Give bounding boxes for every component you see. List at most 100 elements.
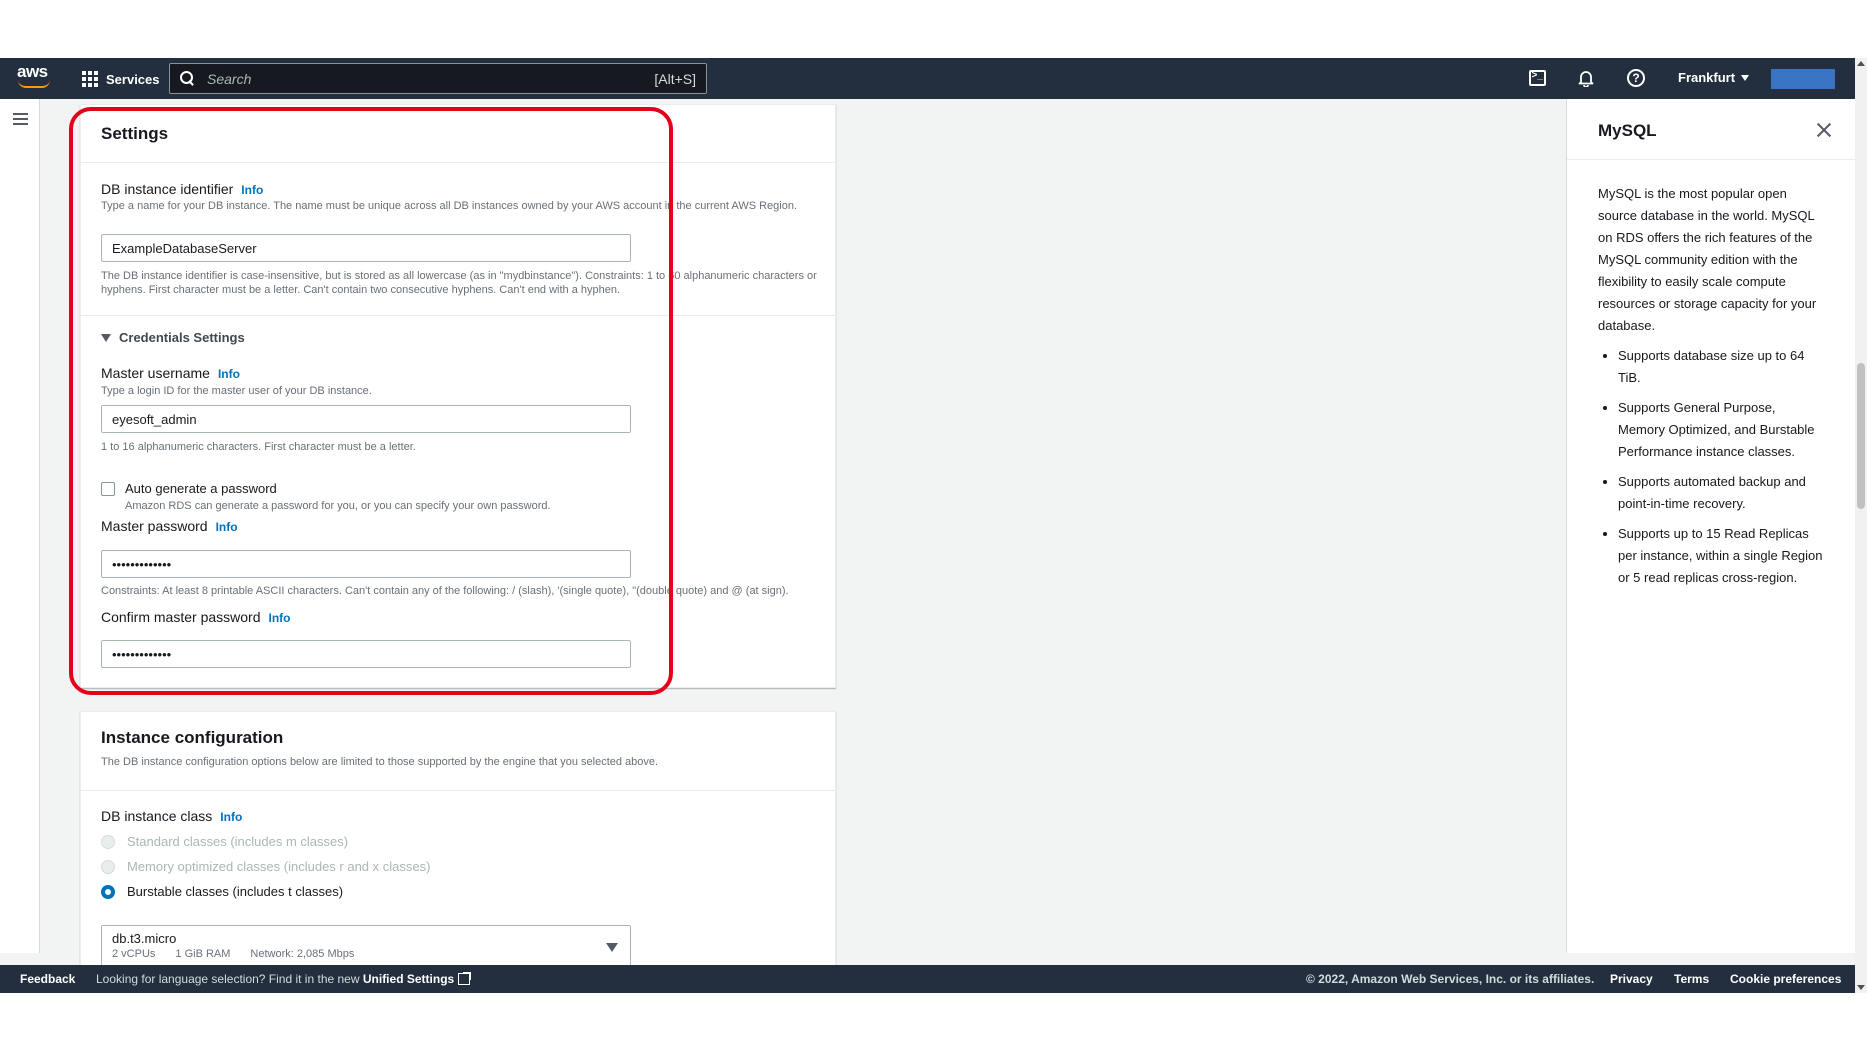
help-panel: MySQL MySQL is the most popular open sou… — [1566, 99, 1856, 953]
master-username-label: Master username — [101, 365, 210, 381]
master-username-description: Type a login ID for the master user of y… — [101, 385, 372, 397]
unified-settings-label: Unified Settings — [362, 972, 455, 986]
radio-standard-classes[interactable]: Standard classes (includes m classes) — [101, 834, 348, 849]
radio-label: Burstable classes (includes t classes) — [127, 884, 344, 899]
services-button[interactable]: Services — [82, 67, 160, 91]
search-input[interactable] — [207, 70, 655, 87]
scrollbar-thumb[interactable] — [1857, 363, 1865, 509]
db-identifier-description: Type a name for your DB instance. The na… — [101, 200, 798, 212]
side-navigation-rail — [0, 99, 40, 953]
db-identifier-constraints: The DB instance identifier is case-insen… — [101, 270, 817, 296]
radio-button[interactable] — [101, 834, 115, 849]
language-message-text: Looking for language selection? Find it … — [96, 972, 360, 986]
settings-title: Settings — [101, 123, 169, 143]
radio-burstable-classes[interactable]: Burstable classes (includes t classes) — [101, 884, 343, 899]
search-shortcut-hint: [Alt+S] — [654, 70, 696, 87]
db-identifier-label-row: DB instance identifier Info — [101, 181, 263, 199]
confirm-password-label-row: Confirm master password Info — [101, 609, 291, 627]
scroll-down-arrow-icon[interactable] — [1857, 985, 1865, 990]
aws-logo[interactable]: aws — [17, 63, 51, 92]
help-icon-glyph: ? — [1627, 69, 1645, 87]
db-instance-class-select[interactable]: db.t3.micro 2 vCPUs 1 GiB RAM Network: 2… — [101, 925, 631, 967]
confirm-password-info-link[interactable]: Info — [269, 611, 291, 625]
bell-icon[interactable] — [1576, 68, 1596, 88]
confirm-password-label: Confirm master password — [101, 609, 261, 625]
db-identifier-info-link[interactable]: Info — [241, 183, 263, 197]
master-password-input[interactable] — [101, 550, 631, 578]
help-panel-title: MySQL — [1598, 121, 1657, 140]
db-class-info-link[interactable]: Info — [220, 810, 242, 824]
close-icon[interactable] — [1816, 122, 1832, 138]
confirm-password-input[interactable] — [101, 640, 631, 668]
master-password-constraints: Constraints: At least 8 printable ASCII … — [101, 585, 789, 597]
section-divider — [81, 315, 837, 316]
unified-settings-link[interactable]: Unified Settings — [362, 972, 472, 986]
console-footer: Feedback Looking for language selection?… — [0, 965, 1855, 993]
instance-config-description: The DB instance configuration options be… — [101, 756, 659, 768]
aws-smile-icon — [18, 80, 50, 88]
bell-icon-glyph — [1578, 71, 1594, 87]
master-username-label-row: Master username Info — [101, 365, 240, 383]
region-selector[interactable]: Frankfurt — [1678, 70, 1750, 85]
radio-label: Standard classes (includes m classes) — [127, 834, 349, 849]
help-bullet: Supports General Purpose, Memory Optimiz… — [1618, 397, 1826, 463]
feedback-link[interactable]: Feedback — [20, 972, 75, 986]
cloudshell-icon[interactable] — [1527, 68, 1547, 88]
search-icon — [180, 71, 195, 86]
help-icon[interactable]: ? — [1626, 68, 1646, 88]
scroll-up-arrow-icon[interactable] — [1857, 61, 1865, 66]
radio-button[interactable] — [101, 859, 115, 874]
caret-down-icon — [1741, 74, 1750, 81]
help-bullet: Supports database size up to 64 TiB. — [1618, 345, 1826, 389]
settings-header: Settings — [81, 105, 835, 163]
db-class-label: DB instance class — [101, 808, 213, 824]
spec-network: Network: 2,085 Mbps — [250, 948, 355, 960]
db-identifier-input[interactable] — [101, 234, 631, 262]
db-class-specs: 2 vCPUs 1 GiB RAM Network: 2,085 Mbps — [112, 948, 620, 960]
external-link-icon — [458, 972, 472, 985]
radio-memory-optimized-classes[interactable]: Memory optimized classes (includes r and… — [101, 859, 430, 874]
credentials-section-toggle[interactable]: Credentials Settings — [101, 330, 245, 345]
terms-link[interactable]: Terms — [1674, 972, 1709, 986]
auto-generate-password-checkbox[interactable] — [101, 482, 115, 496]
privacy-link[interactable]: Privacy — [1610, 972, 1653, 986]
instance-configuration-panel: Instance configuration The DB instance c… — [80, 711, 837, 993]
master-password-label-row: Master password Info — [101, 518, 238, 536]
auto-generate-password-description: Amazon RDS can generate a password for y… — [125, 500, 551, 512]
auto-generate-password-label: Auto generate a password — [125, 481, 277, 496]
language-message: Looking for language selection? Find it … — [96, 972, 472, 986]
master-password-info-link[interactable]: Info — [216, 520, 238, 534]
master-username-constraints: 1 to 16 alphanumeric characters. First c… — [101, 441, 416, 453]
radio-label: Memory optimized classes (includes r and… — [127, 859, 431, 874]
spec-ram: 1 GiB RAM — [175, 948, 231, 960]
grid-icon — [82, 71, 98, 87]
help-divider — [1567, 159, 1856, 160]
copyright-text: © 2022, Amazon Web Services, Inc. or its… — [1306, 972, 1595, 986]
master-username-info-link[interactable]: Info — [218, 367, 240, 381]
hamburger-menu-icon[interactable] — [13, 113, 28, 125]
help-bullet: Supports automated backup and point-in-t… — [1618, 471, 1826, 515]
instance-config-title: Instance configuration — [101, 728, 283, 748]
section-divider — [81, 790, 837, 791]
cookie-preferences-link[interactable]: Cookie preferences — [1730, 972, 1841, 986]
services-label: Services — [106, 71, 160, 87]
spec-vcpus: 2 vCPUs — [112, 948, 156, 960]
help-panel-body: MySQL is the most popular open source da… — [1598, 183, 1826, 597]
search-box[interactable]: [Alt+S] — [169, 63, 707, 94]
help-intro: MySQL is the most popular open source da… — [1598, 186, 1817, 333]
selected-db-class: db.t3.micro — [112, 931, 177, 946]
account-menu[interactable] — [1771, 69, 1835, 89]
instance-config-title-text: Instance configuration — [101, 728, 284, 747]
db-class-label-row: DB instance class Info — [101, 808, 242, 826]
credentials-section-title: Credentials Settings — [119, 330, 245, 345]
region-label: Frankfurt — [1678, 70, 1736, 85]
radio-button-selected[interactable] — [101, 884, 115, 899]
caret-down-icon — [606, 943, 618, 952]
caret-down-icon — [101, 333, 111, 342]
master-username-input[interactable] — [101, 405, 631, 433]
top-navigation: aws Services [Alt+S] ? Frankfurt — [0, 58, 1855, 99]
page-scrollbar[interactable] — [1855, 58, 1867, 993]
help-bullet-list: Supports database size up to 64 TiB. Sup… — [1598, 345, 1826, 589]
help-bullet: Supports up to 15 Read Replicas per inst… — [1618, 523, 1826, 589]
master-password-label: Master password — [101, 518, 208, 534]
